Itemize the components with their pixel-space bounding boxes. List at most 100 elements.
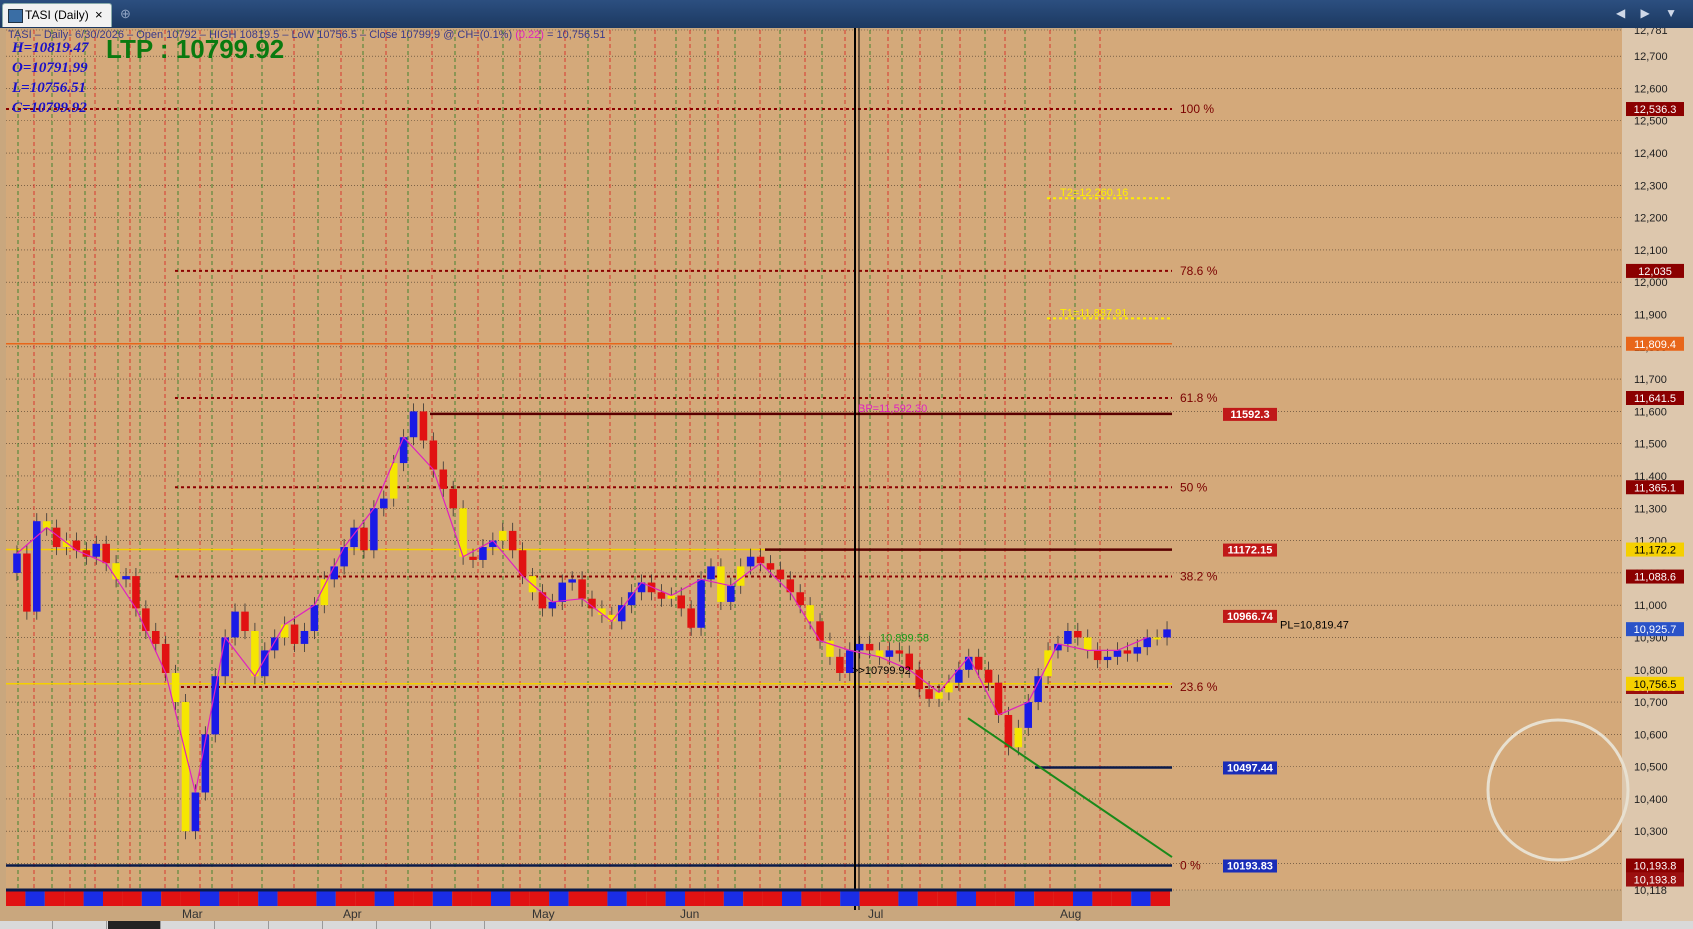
y-tick-label: 12,600 [1634,83,1668,95]
candle-body [370,508,378,551]
candle-body [399,437,408,464]
sheet-tab-active[interactable] [108,921,161,929]
candle-body [687,608,695,628]
sheet-tab[interactable] [432,921,485,929]
trend-bar-segment [529,890,550,906]
y-tick-label: 11,000 [1634,600,1667,612]
sheet-tab[interactable] [270,921,323,929]
candle-body [558,582,567,602]
target-label: T1=11,887.91 [1060,307,1127,319]
plot-area[interactable] [6,30,1622,890]
candle-body [727,585,735,602]
candle-body [925,689,933,699]
tab-title: TASI (Daily) [25,8,89,22]
key-level-label: 10966.74 [1227,611,1274,623]
y-tick-label: 10,500 [1634,762,1668,774]
sheet-tab[interactable] [0,921,53,929]
candle-body [1024,702,1033,728]
trend-bar-segment [801,890,821,906]
trend-bar-segment [374,890,394,906]
trend-bar-segment [219,890,239,906]
trend-bar-segment [995,890,1015,906]
fib-price-label: 11,641.5 [1634,393,1676,405]
trend-bar-segment [394,890,414,906]
y-tick-label: 12,000 [1634,277,1668,289]
candle-body [1123,650,1132,654]
month-label: Jul [868,907,883,921]
y-tick-label: 11,600 [1634,406,1667,418]
trend-bar-segment [665,890,685,906]
sheet-tabs[interactable] [0,921,1693,929]
candle-body [241,611,249,631]
trend-bar-segment [607,890,627,906]
open-value: O=10791.99 [12,60,88,76]
candle-body [449,488,457,509]
trend-bar-segment [452,890,472,906]
chart-canvas[interactable]: 10,11810,20010,30010,40010,50010,60010,7… [0,25,1693,921]
candle-body [270,637,279,651]
candle-body [885,650,894,657]
sheet-tab[interactable] [54,921,107,929]
ohlc-info-line: TASI – Daily- 6/30/2026 – Open 10792 – H… [8,29,605,41]
close-value: C=10799.92 [12,100,87,116]
trend-bar-segment [180,890,200,906]
trend-bar-segment [898,890,918,906]
trend-bar-segment [258,890,278,906]
level-price-label: 10,193.8 [1634,875,1677,887]
candle-body [697,579,705,628]
close-icon[interactable]: × [95,7,103,22]
trend-bar-segment [762,890,782,906]
y-tick-label: 11,300 [1634,503,1667,515]
trend-bar-segment [6,890,26,906]
trend-bar-segment [297,890,317,906]
trend-bar-segment [355,890,375,906]
candle-body [340,547,348,567]
candle-body [568,579,576,583]
trend-bar-segment [820,890,841,906]
sheet-tab[interactable] [378,921,431,929]
ohlc-legend: H=10819.47 O=10791.99 L=10756.51 C=10799… [12,38,88,118]
candle-body [102,543,110,564]
candle-body [310,605,319,631]
y-tick-label: 10,800 [1634,665,1668,677]
trend-bar-segment [685,890,705,906]
y-tick-label: 12,200 [1634,213,1668,225]
key-level-label: 10497.44 [1227,762,1274,774]
candle-body [380,498,388,509]
trend-bar-segment [413,890,433,906]
candle-body [499,530,507,541]
sheet-tab[interactable] [162,921,215,929]
candle-body [657,592,666,599]
sheet-tab[interactable] [324,921,377,929]
chart-tab[interactable]: TASI (Daily) × [2,3,112,27]
candle-body [895,650,904,654]
trend-bar-segment [879,890,899,906]
trend-bar-segment [335,890,356,906]
trend-bar-segment [568,890,588,906]
month-label: Aug [1060,907,1081,921]
level-price-label: 11,172.2 [1634,545,1676,557]
pin-icon[interactable]: ⊕ [120,6,131,22]
candle-body [122,576,130,580]
trend-bar-segment [491,890,511,906]
trend-bar-segment [141,890,162,906]
candle-body [439,469,448,489]
price-chart[interactable]: 10,11810,20010,30010,40010,50010,60010,7… [0,25,1693,921]
trend-bar-segment [1014,890,1035,906]
trend-bar-segment [1053,890,1073,906]
key-level-label: 11592.3 [1230,409,1269,421]
trend-bar-segment [122,890,142,906]
y-tick-label: 12,300 [1634,180,1668,192]
candle-body [776,569,785,580]
sheet-tab[interactable] [216,921,269,929]
low-value: L=10756.51 [12,80,86,96]
candle-body [836,656,844,673]
candle-body [290,624,299,644]
trend-bar-segment [956,890,976,906]
fib-level-label: 0 % [1180,859,1201,873]
candle-body [191,792,200,832]
tab-nav-arrows[interactable]: ◀ ▶ ▼ [1616,6,1683,20]
pivot-label: PL=10,819.47 [1280,620,1349,632]
high-value: H=10819.47 [12,40,89,56]
candle-body [13,553,21,573]
